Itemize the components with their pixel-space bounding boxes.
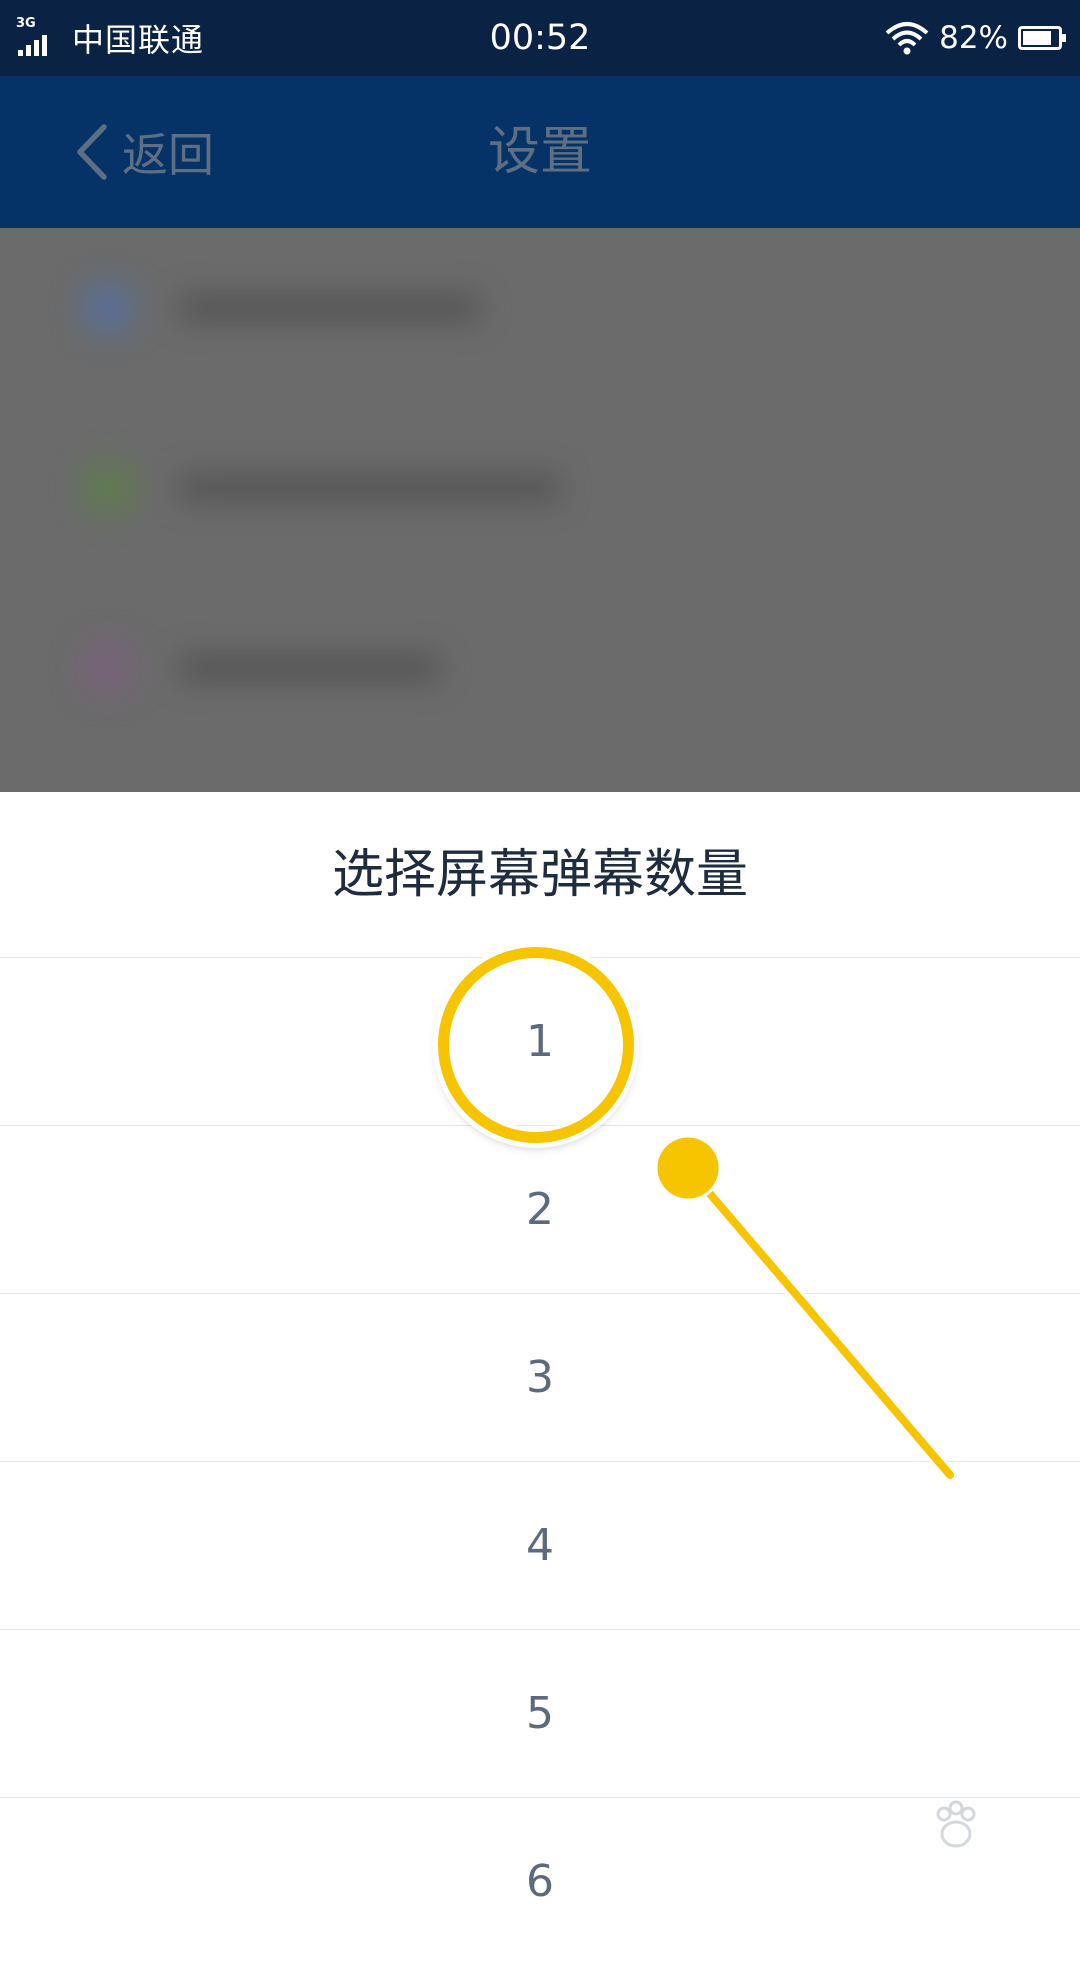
wifi-icon bbox=[885, 22, 929, 55]
option-5[interactable]: 5 bbox=[0, 1630, 1080, 1798]
option-2[interactable]: 2 bbox=[0, 1126, 1080, 1294]
blurred-text bbox=[180, 474, 560, 502]
app-header: 返回 设置 bbox=[0, 76, 1080, 228]
baidu-paw-icon bbox=[936, 1800, 976, 1848]
blurred-icon bbox=[80, 640, 136, 696]
blurred-row bbox=[60, 268, 1000, 348]
highlight-circle bbox=[438, 947, 634, 1143]
blurred-text bbox=[180, 294, 480, 322]
option-4[interactable]: 4 bbox=[0, 1462, 1080, 1630]
blurred-row bbox=[60, 448, 1000, 528]
blurred-icon bbox=[80, 280, 136, 336]
status-right: 82% bbox=[885, 0, 1066, 76]
watermark-logo bbox=[836, 1794, 1036, 1894]
option-3[interactable]: 3 bbox=[0, 1294, 1080, 1462]
battery-icon bbox=[1018, 26, 1066, 50]
battery-fill bbox=[1023, 31, 1051, 45]
status-bar: 3G 中国联通 00:52 82% bbox=[0, 0, 1080, 76]
sheet-title: 选择屏幕弹幕数量 bbox=[0, 792, 1080, 958]
blurred-icon bbox=[80, 460, 136, 516]
page-title: 设置 bbox=[487, 122, 592, 182]
blurred-row bbox=[60, 628, 1000, 708]
blurred-text bbox=[180, 654, 440, 682]
dim-overlay[interactable] bbox=[0, 228, 1080, 792]
battery-percent: 82% bbox=[939, 20, 1008, 56]
